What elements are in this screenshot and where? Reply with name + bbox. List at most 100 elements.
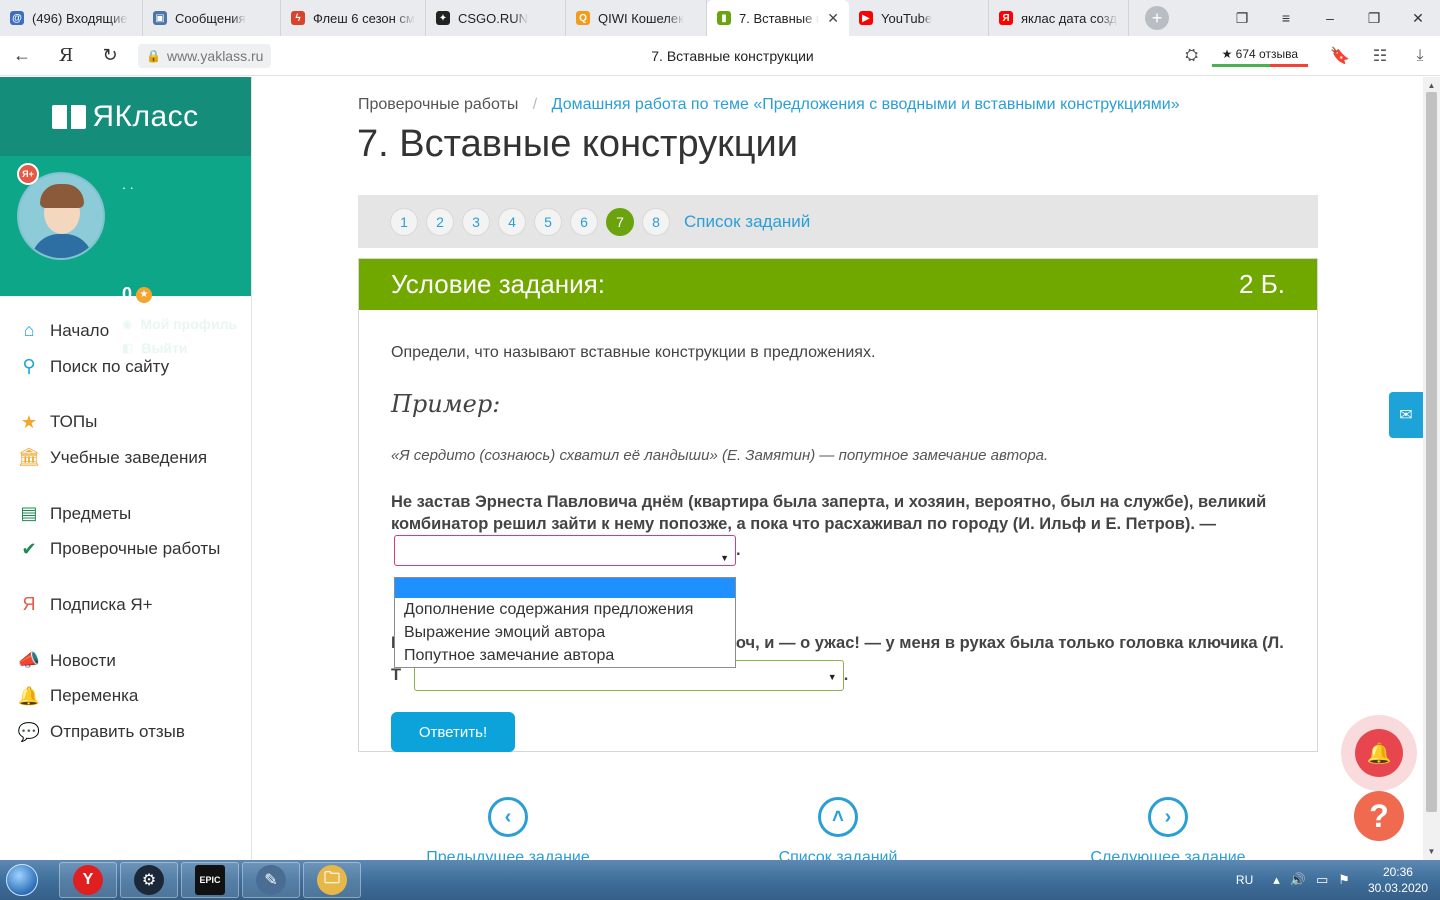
answer-button[interactable]: Ответить!	[391, 712, 515, 752]
logout-link[interactable]: ◧ Выйти	[122, 340, 187, 356]
reload-button[interactable]: ↻	[88, 45, 132, 66]
network-icon[interactable]: ▭	[1316, 872, 1328, 888]
sidebar-item-label: Учебные заведения	[50, 447, 208, 467]
tab-title: Сообщения	[175, 10, 246, 26]
translate-icon[interactable]: ⛭	[1172, 47, 1212, 65]
start-button[interactable]	[0, 860, 44, 900]
collections-icon[interactable]: ☷	[1360, 46, 1400, 66]
sentence-1-period: .	[736, 540, 741, 559]
answer-select-1[interactable]: ▼	[394, 535, 736, 566]
breadcrumb-root[interactable]: Проверочные работы	[358, 96, 518, 113]
browser-tab[interactable]: @ (496) Входящие	[0, 0, 143, 36]
url-field[interactable]: 🔒 www.yaklass.ru	[138, 43, 272, 68]
sidebar-item-subjects[interactable]: ▤ Предметы	[0, 496, 251, 532]
taskbar-app-notepad[interactable]: ✎	[242, 862, 300, 898]
chevron-down-icon: ▼	[720, 553, 729, 563]
notifications-button[interactable]: 🔔	[1341, 715, 1417, 791]
tab-title: (496) Входящие	[32, 10, 128, 26]
reviews-badge[interactable]: ★ 674 отзыва	[1211, 45, 1308, 67]
scrollbar-thumb[interactable]	[1426, 92, 1437, 812]
task-score: 2 Б.	[1239, 269, 1285, 299]
dropdown-option[interactable]: Дополнение содержания предложения	[395, 598, 735, 621]
sidebar-item-schools[interactable]: 🏛 Учебные заведения	[0, 440, 251, 476]
browser-tab[interactable]: ✦ CSGO.RUN	[426, 0, 566, 36]
sidebar-item-tops[interactable]: ★ ТОПы	[0, 404, 251, 440]
dropdown-option-blank[interactable]	[395, 578, 735, 598]
minimize-button[interactable]: –	[1308, 10, 1352, 26]
yandex-icon[interactable]: Я	[44, 45, 88, 66]
task-list-link[interactable]: ˄ Список заданий	[738, 797, 938, 860]
browser-tab[interactable]: ▣ Сообщения	[143, 0, 281, 36]
volume-icon[interactable]: 🔊	[1290, 872, 1306, 888]
pager-page-button[interactable]: 4	[498, 207, 526, 236]
bookmark-icon[interactable]: 🔖	[1320, 46, 1360, 66]
help-button[interactable]: ?	[1354, 791, 1404, 841]
next-task-label: Следующее задание	[1090, 849, 1246, 860]
sidebar-item-subscription[interactable]: Я Подписка Я+	[0, 587, 251, 623]
close-tab-icon[interactable]: ✕	[827, 10, 839, 27]
download-icon[interactable]: ⤓	[1400, 47, 1440, 65]
pager-page-button[interactable]: 1	[390, 207, 418, 236]
pager-page-button[interactable]: 7	[606, 207, 634, 236]
sidebar-item-tests[interactable]: ✔ Проверочные работы	[0, 531, 251, 567]
pager-task-list-link[interactable]: Список заданий	[684, 212, 810, 232]
tabs-panel-icon[interactable]: ❐	[1220, 10, 1264, 27]
dropdown-option[interactable]: Выражение эмоций автора	[395, 621, 735, 644]
task-pager: 1 2 3 4 5 6 7 8 Список заданий	[358, 195, 1318, 248]
tab-favicon-icon: Q	[576, 11, 590, 25]
tab-strip: @ (496) Входящие ▣ Сообщения ϟ Флеш 6 сезон с…	[0, 0, 1129, 36]
taskbar-app-epic-games[interactable]: EPIC	[181, 862, 239, 898]
scroll-up-arrow[interactable]: ▲	[1423, 81, 1440, 90]
menu-icon[interactable]: ≡	[1264, 10, 1308, 26]
logout-icon: ◧	[122, 341, 134, 355]
tab-title: Флеш 6 сезон смотреть	[313, 10, 415, 26]
clock-date: 30.03.2020	[1367, 881, 1428, 895]
taskbar-app-file-explorer[interactable]: 🗀	[303, 862, 361, 898]
clock[interactable]: 20:36 30.03.2020	[1368, 864, 1428, 896]
dropdown-option[interactable]: Попутное замечание автора	[395, 644, 735, 667]
logout-link-label: Выйти	[141, 340, 188, 356]
new-tab-button[interactable]: +	[1145, 6, 1169, 30]
page-scrollbar[interactable]: ▲ ▼	[1423, 77, 1440, 860]
taskbar-app-steam[interactable]: ⚙	[120, 862, 178, 898]
points-value: 0	[122, 284, 133, 304]
browser-tab[interactable]: ϟ Флеш 6 сезон смотреть	[281, 0, 426, 36]
pager-page-button[interactable]: 5	[534, 207, 562, 236]
next-task-link[interactable]: › Следующее задание	[1058, 797, 1278, 860]
sidebar-item-news[interactable]: 📣 Новости	[0, 643, 251, 679]
pager-page-button[interactable]: 6	[570, 207, 598, 236]
window-controls: ❐ ≡ – ❐ ✕	[1220, 0, 1440, 36]
pager-page-button[interactable]: 3	[462, 207, 490, 236]
prev-task-link[interactable]: ‹ Предыдущее задание	[388, 797, 628, 860]
plus-badge[interactable]: Я+	[17, 163, 39, 185]
action-center-icon[interactable]: ⚑	[1338, 872, 1350, 888]
sidebar-item-label: Проверочные работы	[50, 539, 221, 559]
sidebar-item-break[interactable]: 🔔 Переменка	[0, 679, 251, 715]
chevron-right-icon: ›	[1148, 797, 1188, 837]
language-indicator[interactable]: RU	[1236, 873, 1253, 887]
browser-tab[interactable]: Яяклас дата создания	[989, 0, 1129, 36]
back-button[interactable]: ←	[0, 45, 44, 66]
sidebar-item-label: Начало	[50, 320, 110, 340]
browser-tab[interactable]: ▶ YouTube	[849, 0, 989, 36]
sidebar-item-feedback[interactable]: 💬 Отправить отзыв	[0, 714, 251, 750]
browser-tab[interactable]: Q QIWI Кошелек	[566, 0, 707, 36]
breadcrumb-current[interactable]: Домашняя работа по теме «Предложения с в…	[552, 96, 1180, 113]
scroll-down-arrow[interactable]: ▼	[1423, 847, 1440, 856]
taskbar-app-yandex-browser[interactable]: Y	[59, 862, 117, 898]
tests-icon: ✔	[21, 538, 37, 559]
pager-page-button[interactable]: 2	[426, 207, 454, 236]
windows-logo-icon	[6, 864, 38, 896]
logo[interactable]: ЯКласс	[0, 77, 251, 156]
avatar[interactable]	[17, 172, 105, 260]
sidebar-item-label: Поиск по сайту	[50, 356, 170, 376]
tray-expand-icon[interactable]: ▴	[1273, 872, 1280, 888]
steam-icon: ⚙	[134, 865, 164, 895]
mail-icon[interactable]: ✉	[1389, 392, 1423, 438]
sentence-2-end: оч, и — о ужас! — у меня в руках была то…	[735, 634, 1284, 652]
maximize-button[interactable]: ❐	[1352, 10, 1396, 27]
browser-tab[interactable]: ▮ 7. Вставные конструкции ✕	[707, 0, 849, 36]
profile-link[interactable]: ◉ Мой профиль	[122, 316, 237, 332]
pager-page-button[interactable]: 8	[642, 207, 670, 236]
close-window-button[interactable]: ✕	[1396, 10, 1440, 27]
